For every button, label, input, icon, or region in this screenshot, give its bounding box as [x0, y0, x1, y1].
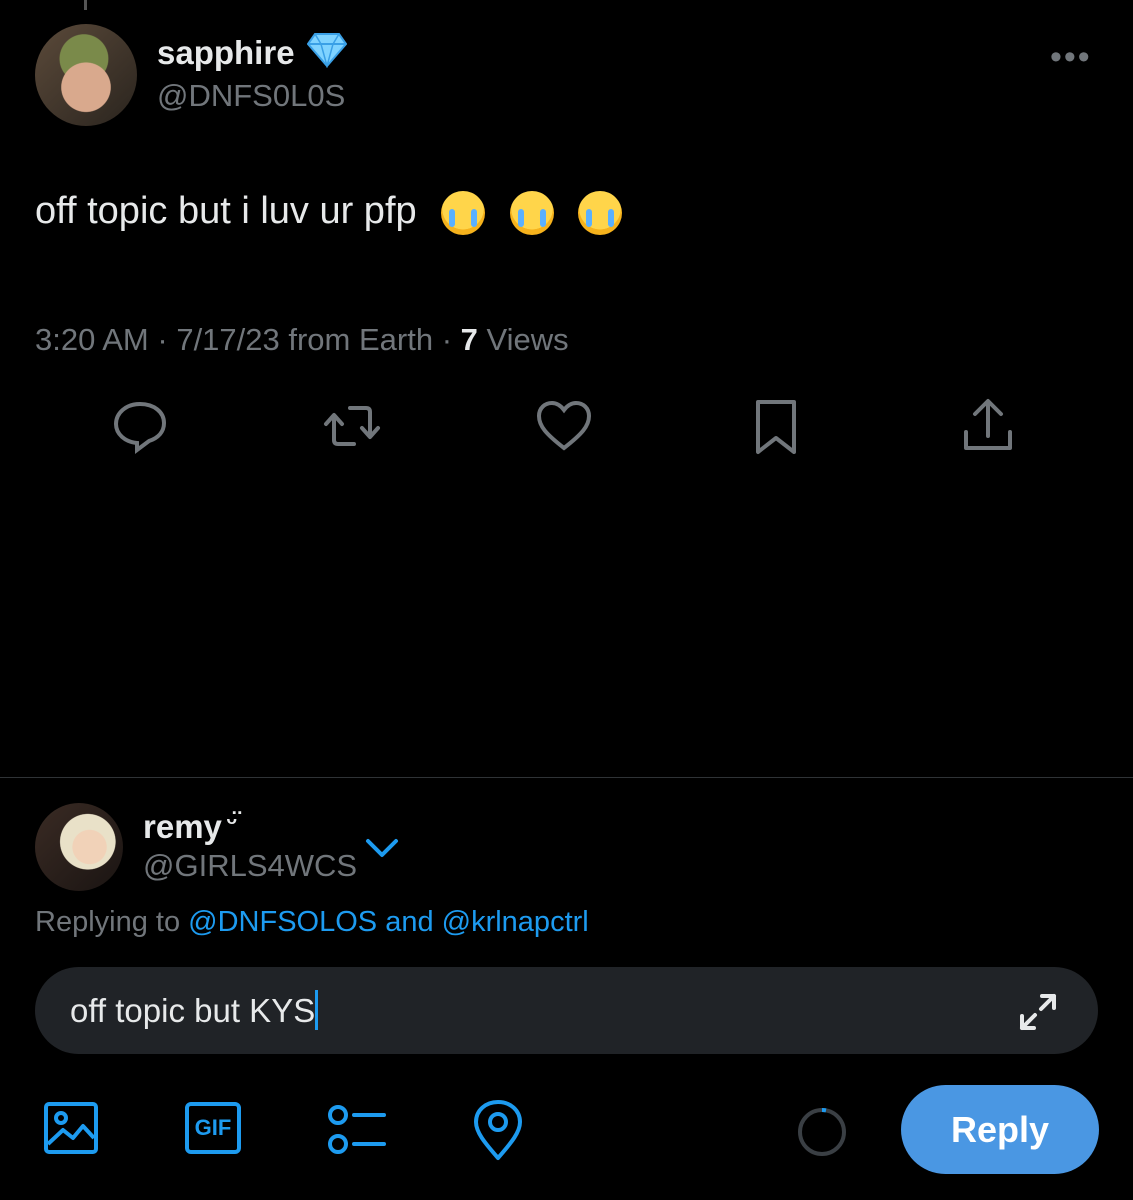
reply-user-name-row: remy ᵕ̈	[143, 806, 237, 846]
gif-label: GIF	[194, 1115, 232, 1140]
poll-icon[interactable]	[326, 1100, 388, 1165]
replying-and[interactable]: and	[385, 906, 433, 938]
share-icon[interactable]	[958, 396, 1018, 456]
meta-separator: ·	[441, 322, 453, 357]
tweet-time[interactable]: 3:20 AM	[35, 322, 149, 357]
repost-icon[interactable]	[322, 396, 382, 456]
views-count: 7	[460, 322, 478, 357]
image-icon[interactable]	[41, 1098, 101, 1163]
reply-user-name-suffix: ᵕ̈	[226, 806, 238, 836]
tweet-date-source[interactable]: 7/17/23 from Earth	[176, 322, 433, 357]
gif-icon[interactable]: GIF	[185, 1102, 241, 1154]
author-handle[interactable]: @DNFS0L0S	[157, 78, 345, 114]
character-progress-icon	[796, 1106, 848, 1163]
section-divider	[0, 777, 1133, 778]
chevron-down-icon[interactable]	[362, 828, 402, 873]
author-name-row[interactable]: sapphire	[157, 32, 348, 73]
text-caret	[315, 990, 319, 1030]
replying-to: Replying to @DNFSOLOS and @krlnapctrl	[35, 906, 589, 939]
replying-user-link[interactable]: @krlnapctrl	[442, 906, 589, 938]
bookmark-icon[interactable]	[746, 396, 806, 456]
tweet-text: off topic but i luv ur pfp	[35, 190, 623, 235]
replying-prefix: Replying to	[35, 906, 181, 938]
tweet-meta: 3:20 AM · 7/17/23 from Earth · 7 Views	[35, 322, 569, 358]
more-options-icon[interactable]: •••	[1050, 38, 1092, 77]
reply-input-value[interactable]: off topic but KYS	[70, 992, 315, 1029]
author-name[interactable]: sapphire	[157, 34, 295, 71]
expand-icon[interactable]	[1014, 988, 1062, 1041]
thread-connector	[84, 0, 87, 10]
views-label[interactable]: Views	[487, 322, 569, 357]
tweet-text-content: off topic but i luv ur pfp	[35, 190, 417, 232]
loudly-crying-face-emoji	[509, 190, 554, 235]
location-icon[interactable]	[470, 1098, 526, 1167]
gem-icon	[306, 32, 348, 73]
like-icon[interactable]	[534, 396, 594, 456]
reply-input[interactable]: off topic but KYS	[70, 990, 319, 1030]
reply-user-handle: @GIRLS4WCS	[143, 848, 358, 883]
reply-icon[interactable]	[110, 396, 170, 456]
author-avatar[interactable]	[35, 24, 137, 126]
loudly-crying-face-emoji	[578, 190, 623, 235]
reply-user-name: remy	[143, 808, 222, 845]
reply-button[interactable]: Reply	[901, 1085, 1099, 1174]
reply-user-avatar[interactable]	[35, 803, 123, 891]
meta-separator: ·	[157, 322, 168, 357]
replying-user-link[interactable]: @DNFSOLOS	[188, 906, 377, 938]
loudly-crying-face-emoji	[441, 190, 486, 235]
